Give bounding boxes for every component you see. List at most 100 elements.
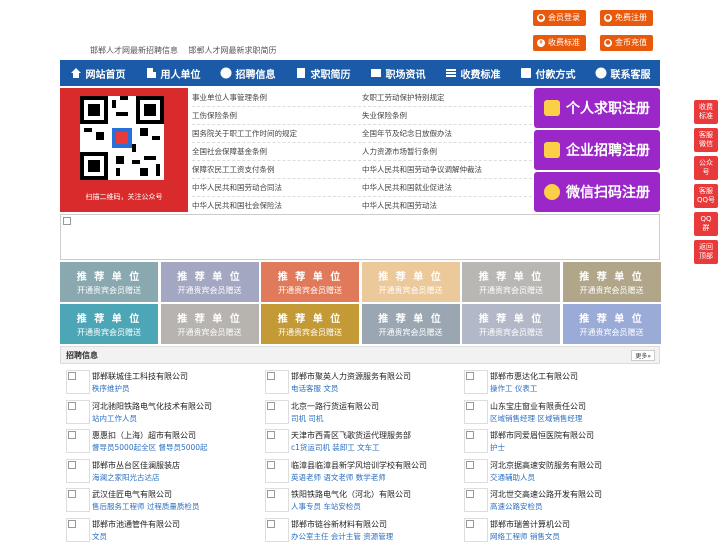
- latest-jobs-link[interactable]: 邯郸人才网最新招聘信息: [90, 46, 178, 55]
- sidebar-button[interactable]: 收费 标准: [694, 100, 718, 124]
- company-logo[interactable]: [66, 488, 90, 512]
- sidebar-button[interactable]: 公众 号: [694, 156, 718, 180]
- company-logo[interactable]: [464, 400, 488, 424]
- company-logo[interactable]: [66, 370, 90, 394]
- member-login-button[interactable]: ●会员登录: [533, 10, 586, 26]
- recommend-unit[interactable]: 推 荐 单 位开通贵宾会员赠送: [362, 304, 460, 344]
- recommend-unit[interactable]: 推 荐 单 位开通贵宾会员赠送: [563, 262, 661, 302]
- company-name[interactable]: 天津市西青区飞歌货运代理服务部: [291, 430, 411, 441]
- job-positions[interactable]: 秩序维护员: [92, 383, 130, 394]
- sidebar-button[interactable]: 返回 顶部: [694, 240, 718, 264]
- job-positions[interactable]: 站内工作人员: [92, 413, 137, 424]
- free-register-button[interactable]: ●免费注册: [600, 10, 653, 26]
- more-button[interactable]: 更多»: [631, 350, 655, 361]
- job-positions[interactable]: 司机 司机: [291, 413, 323, 424]
- job-positions[interactable]: 人事专员 车站安检员: [291, 501, 361, 512]
- company-name[interactable]: 山东宝庄窗业有限责任公司: [490, 401, 586, 412]
- company-logo[interactable]: [464, 370, 488, 394]
- policy-link[interactable]: 全国社会保障基金条例: [192, 146, 362, 157]
- recommend-unit[interactable]: 推 荐 单 位开通贵宾会员赠送: [60, 262, 158, 302]
- sidebar-button[interactable]: 客服 微信: [694, 128, 718, 152]
- company-name[interactable]: 邯郸市同爱眉恒医院有限公司: [490, 430, 594, 441]
- company-name[interactable]: 武汉佳匠电气有限公司: [92, 489, 172, 500]
- company-name[interactable]: 邯郸联城佳工科技有限公司: [92, 371, 188, 382]
- policy-link[interactable]: 工伤保险条例: [192, 110, 362, 121]
- job-positions[interactable]: 英语老师 语文老师 数学老师: [291, 472, 386, 483]
- company-logo[interactable]: [66, 400, 90, 424]
- policy-link[interactable]: 女职工劳动保护特别规定: [362, 92, 532, 103]
- company-name[interactable]: 邯郸市丛台区佳澜服装店: [92, 460, 180, 471]
- job-positions[interactable]: c1货运司机 装卸工 文车工: [291, 442, 380, 453]
- job-positions[interactable]: 操作工 仪表工: [490, 383, 537, 394]
- policy-link[interactable]: 国务院关于职工工作时间的规定: [192, 128, 362, 139]
- policy-link[interactable]: 保障农民工工资支付条例: [192, 164, 362, 175]
- company-logo[interactable]: [265, 429, 289, 453]
- recommend-unit[interactable]: 推 荐 单 位开通贵宾会员赠送: [462, 262, 560, 302]
- recommend-unit[interactable]: 推 荐 单 位开通贵宾会员赠送: [362, 262, 460, 302]
- policy-link[interactable]: 中华人民共和国劳动法: [362, 200, 532, 211]
- company-logo[interactable]: [265, 518, 289, 542]
- policy-link[interactable]: 全国年节及纪念日放假办法: [362, 128, 532, 139]
- company-name[interactable]: 惠惠扣（上海）超市有限公司: [92, 430, 196, 441]
- job-positions[interactable]: 电话客服 文员: [291, 383, 338, 394]
- nav-resumes[interactable]: 求职简历: [285, 60, 360, 86]
- recommend-unit[interactable]: 推 荐 单 位开通贵宾会员赠送: [161, 262, 259, 302]
- recharge-button[interactable]: ●金币充值: [600, 35, 653, 51]
- company-name[interactable]: 河北驰阳铁路电气化技术有限公司: [92, 401, 212, 412]
- company-logo[interactable]: [66, 518, 90, 542]
- company-name[interactable]: 邯郸市池通管件有限公司: [92, 519, 180, 530]
- nav-news[interactable]: 职场资讯: [360, 60, 435, 86]
- recommend-unit[interactable]: 推 荐 单 位开通贵宾会员赠送: [462, 304, 560, 344]
- policy-link[interactable]: 中华人民共和国社会保险法: [192, 200, 362, 211]
- company-name[interactable]: 邯郸市瑞普计算机公司: [490, 519, 570, 530]
- company-name[interactable]: 邯郸市链谷新材料有限公司: [291, 519, 387, 530]
- company-name[interactable]: 邯郸市惠达化工有限公司: [490, 371, 578, 382]
- nav-fees[interactable]: 收费标准: [435, 60, 510, 86]
- nav-contact[interactable]: 联系客服: [585, 60, 660, 86]
- company-logo[interactable]: [464, 518, 488, 542]
- job-positions[interactable]: 售后服务工程师 过程质量质检员: [92, 501, 199, 512]
- company-name[interactable]: 铁阳铁路电气化（河北）有限公司: [291, 489, 411, 500]
- company-logo[interactable]: [464, 429, 488, 453]
- recommend-unit[interactable]: 推 荐 单 位开通贵宾会员赠送: [563, 304, 661, 344]
- wechat-register-button[interactable]: 微信扫码注册: [534, 172, 660, 212]
- company-name[interactable]: 临漳县临漳县新学风培训学校有限公司: [291, 460, 427, 471]
- recommend-unit[interactable]: 推 荐 单 位开通贵宾会员赠送: [161, 304, 259, 344]
- company-name[interactable]: 北京一路行货运有限公司: [291, 401, 379, 412]
- job-positions[interactable]: 护士: [490, 442, 505, 453]
- company-logo[interactable]: [265, 488, 289, 512]
- sidebar-button[interactable]: 客服 QQ号: [694, 184, 718, 208]
- nav-home[interactable]: 网站首页: [60, 60, 135, 86]
- company-name[interactable]: 河北世交高速公路开发有限公司: [490, 489, 602, 500]
- policy-link[interactable]: 中华人民共和国劳动合同法: [192, 182, 362, 193]
- company-logo[interactable]: [66, 429, 90, 453]
- company-logo[interactable]: [464, 488, 488, 512]
- company-logo[interactable]: [464, 459, 488, 483]
- nav-jobs[interactable]: 招聘信息: [210, 60, 285, 86]
- job-positions[interactable]: 高速公路安检员: [490, 501, 543, 512]
- nav-payment[interactable]: 付款方式: [510, 60, 585, 86]
- company-logo[interactable]: [265, 459, 289, 483]
- latest-resumes-link[interactable]: 邯郸人才网最新求职简历: [189, 46, 277, 55]
- recommend-unit[interactable]: 推 荐 单 位开通贵宾会员赠送: [60, 304, 158, 344]
- company-logo[interactable]: [265, 400, 289, 424]
- policy-link[interactable]: 事业单位人事管理条例: [192, 92, 362, 103]
- company-logo[interactable]: [265, 370, 289, 394]
- job-seeker-register-button[interactable]: 个人求职注册: [534, 88, 660, 128]
- job-positions[interactable]: 区域销售经理 区域销售经理: [490, 413, 582, 424]
- recommend-unit[interactable]: 推 荐 单 位开通贵宾会员赠送: [261, 304, 359, 344]
- policy-link[interactable]: 人力资源市场暂行条例: [362, 146, 532, 157]
- company-name[interactable]: 邯郸市聚英人力资源服务有限公司: [291, 371, 411, 382]
- recommend-unit[interactable]: 推 荐 单 位开通贵宾会员赠送: [261, 262, 359, 302]
- job-positions[interactable]: 海澜之家阳光古达店: [92, 472, 160, 483]
- fee-standard-button[interactable]: ¥收费标准: [533, 35, 586, 51]
- policy-link[interactable]: 中华人民共和国就业促进法: [362, 182, 532, 193]
- enterprise-register-button[interactable]: 企业招聘注册: [534, 130, 660, 170]
- nav-employers[interactable]: 用人单位: [135, 60, 210, 86]
- company-name[interactable]: 河北京据高速安防服务有限公司: [490, 460, 602, 471]
- job-positions[interactable]: 交通辅助人员: [490, 472, 535, 483]
- policy-link[interactable]: 失业保险条例: [362, 110, 532, 121]
- job-positions[interactable]: 督导员5000起全区 督导员5000起: [92, 442, 208, 453]
- company-logo[interactable]: [66, 459, 90, 483]
- banner-placeholder[interactable]: [60, 214, 660, 260]
